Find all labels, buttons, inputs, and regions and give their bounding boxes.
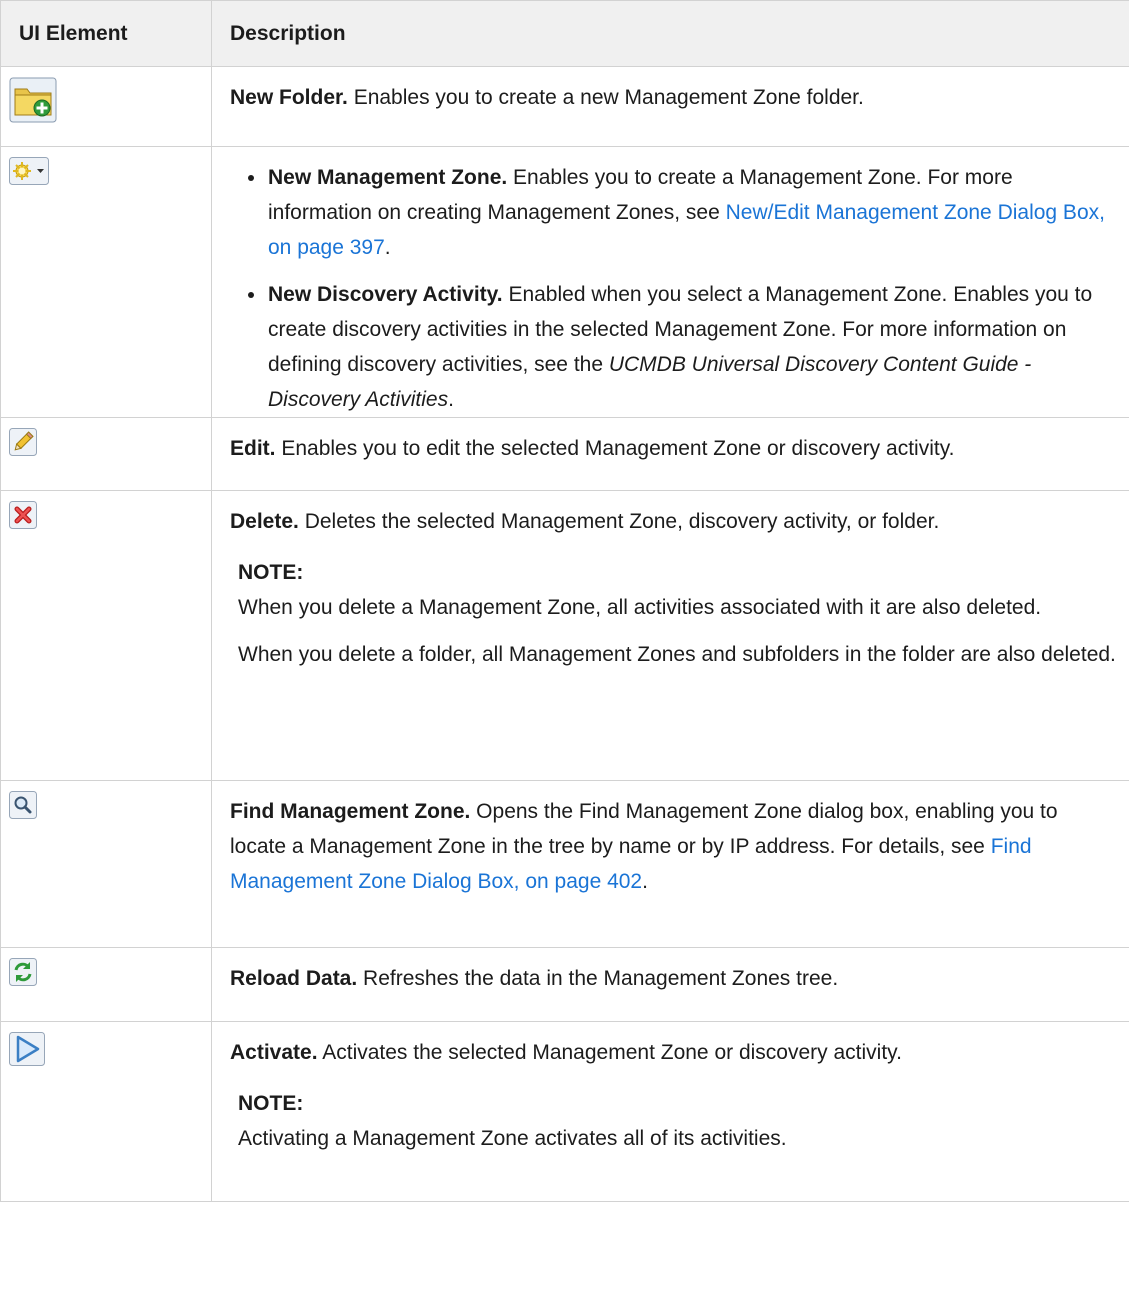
magnifier-find-icon <box>9 791 37 830</box>
ui-elements-table: UI Element Description New Folder. Enabl… <box>0 0 1129 1202</box>
description-cell: New Management Zone. Enables you to crea… <box>211 146 1129 418</box>
element-title: New Folder. <box>230 86 348 109</box>
element-title: Activate. <box>230 1041 318 1064</box>
element-description: Activates the selected Management Zone o… <box>317 1041 902 1064</box>
note-text: When you delete a folder, all Management… <box>238 643 1116 666</box>
punctuation: . <box>384 236 391 259</box>
column-header-description: Description <box>211 0 1129 67</box>
delete-x-icon <box>9 501 37 540</box>
table-row: New Management Zone. Enables you to crea… <box>0 146 1129 418</box>
pencil-edit-icon <box>9 428 37 467</box>
element-description: Enables you to edit the selected Managem… <box>275 437 955 460</box>
table-row: Reload Data. Refreshes the data in the M… <box>0 947 1129 1022</box>
new-folder-icon <box>9 77 57 134</box>
list-item: New Management Zone. Enables you to crea… <box>230 160 1117 265</box>
table-row: Edit. Enables you to edit the selected M… <box>0 417 1129 491</box>
icon-cell <box>0 780 212 948</box>
icon-cell <box>0 66 212 147</box>
bullet-dot <box>248 292 254 298</box>
bullet-dot <box>248 175 254 181</box>
table-row: Delete. Deletes the selected Management … <box>0 490 1129 781</box>
note-block: NOTE: Activating a Management Zone activ… <box>230 1086 1117 1156</box>
icon-cell <box>0 947 212 1022</box>
new-star-dropdown-icon <box>9 157 49 196</box>
table-row: New Folder. Enables you to create a new … <box>0 66 1129 147</box>
table-row: Activate. Activates the selected Managem… <box>0 1021 1129 1202</box>
note-label: NOTE: <box>238 1092 304 1115</box>
element-description: Enables you to create a new Management Z… <box>347 86 864 109</box>
note-label: NOTE: <box>238 561 304 584</box>
reload-refresh-icon <box>9 958 37 997</box>
icon-cell <box>0 490 212 781</box>
punctuation: . <box>642 870 648 893</box>
description-cell: Reload Data. Refreshes the data in the M… <box>211 947 1129 1022</box>
table-row: Find Management Zone. Opens the Find Man… <box>0 780 1129 948</box>
icon-cell <box>0 1021 212 1202</box>
note-block: NOTE: When you delete a Management Zone,… <box>230 555 1117 672</box>
element-title: Find Management Zone. <box>230 800 471 823</box>
element-title: Edit. <box>230 437 276 460</box>
element-description: Deletes the selected Management Zone, di… <box>298 510 940 533</box>
punctuation: . <box>448 388 454 411</box>
element-title: Reload Data. <box>230 967 358 990</box>
description-cell: New Folder. Enables you to create a new … <box>211 66 1129 147</box>
element-description: Refreshes the data in the Management Zon… <box>357 967 839 990</box>
note-text: Activating a Management Zone activates a… <box>238 1127 787 1150</box>
list-item: New Discovery Activity. Enabled when you… <box>230 277 1117 417</box>
icon-cell <box>0 146 212 418</box>
play-activate-icon <box>9 1032 45 1077</box>
note-text: When you delete a Management Zone, all a… <box>238 596 1042 619</box>
description-cell: Delete. Deletes the selected Management … <box>211 490 1129 781</box>
description-cell: Edit. Enables you to edit the selected M… <box>211 417 1129 491</box>
element-title: New Discovery Activity. <box>268 283 503 306</box>
description-cell: Find Management Zone. Opens the Find Man… <box>211 780 1129 948</box>
bullet-list: New Management Zone. Enables you to crea… <box>230 160 1117 417</box>
column-header-ui-element: UI Element <box>0 0 212 67</box>
icon-cell <box>0 417 212 491</box>
description-cell: Activate. Activates the selected Managem… <box>211 1021 1129 1202</box>
table-header-row: UI Element Description <box>0 0 1129 67</box>
element-title: Delete. <box>230 510 299 533</box>
element-title: New Management Zone. <box>268 166 508 189</box>
